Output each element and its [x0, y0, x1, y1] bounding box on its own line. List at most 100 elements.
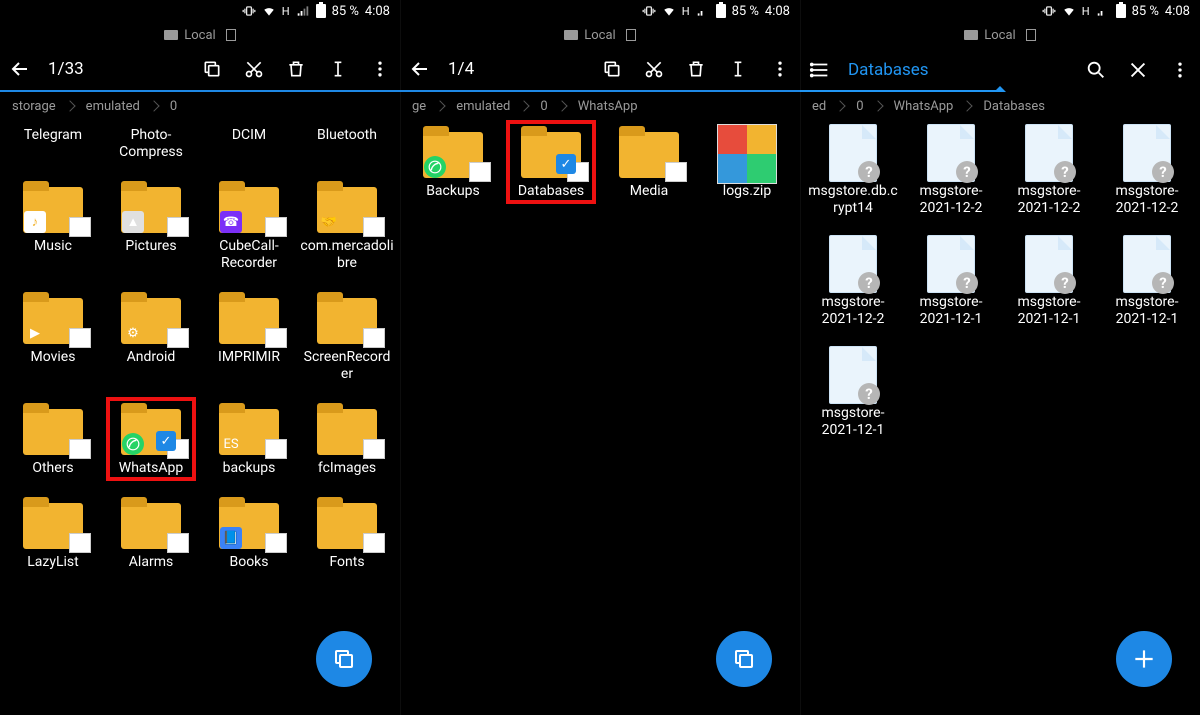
file-label: com.mercadolibre	[300, 238, 394, 272]
file-item[interactable]: 🤝com.mercadolibre	[300, 179, 394, 272]
delete-button[interactable]	[282, 55, 310, 83]
crumb[interactable]: ge	[404, 99, 448, 114]
file-item[interactable]: 📘Books	[202, 495, 296, 571]
file-item[interactable]: ?msgstore-2021-12-2	[806, 235, 900, 328]
crumb[interactable]: Databases	[975, 99, 1067, 114]
tab-bar[interactable]: Local	[800, 22, 1200, 48]
copy-button[interactable]	[198, 55, 226, 83]
vibrate-icon	[1042, 4, 1056, 18]
cut-button[interactable]	[240, 55, 268, 83]
file-item[interactable]: ?msgstore-2021-12-2	[904, 124, 998, 217]
file-item[interactable]: Photo-Compress	[104, 124, 198, 161]
sd-icon	[226, 29, 236, 41]
fab-paste[interactable]	[316, 631, 372, 687]
status-bar: H 85 % 4:08	[400, 0, 800, 22]
file-label: fcImages	[318, 460, 376, 477]
breadcrumb[interactable]: ed 0 WhatsApp Databases	[800, 92, 1200, 120]
sd-icon	[626, 29, 636, 41]
more-button[interactable]	[366, 55, 394, 83]
file-item[interactable]: ✓Databases	[504, 124, 598, 200]
back-button[interactable]	[6, 55, 34, 83]
file-label: logs.zip	[723, 183, 771, 200]
file-label: Telegram	[24, 127, 82, 144]
crumb[interactable]: 0	[848, 99, 885, 114]
file-item[interactable]: ▲Pictures	[104, 179, 198, 272]
tab-bar[interactable]: Local	[400, 22, 800, 48]
crumb[interactable]: 0	[162, 99, 199, 114]
rename-button[interactable]	[724, 55, 752, 83]
file-item[interactable]: Telegram	[6, 124, 100, 161]
file-item[interactable]: fcImages	[300, 401, 394, 477]
file-label: WhatsApp	[119, 460, 183, 477]
network-type: H	[682, 5, 690, 18]
crumb[interactable]: emulated	[78, 99, 162, 114]
battery-pct: 85 %	[732, 4, 759, 19]
file-label: Books	[229, 554, 268, 571]
status-bar: H 85 % 4:08	[800, 0, 1200, 22]
crumb[interactable]: WhatsApp	[886, 99, 976, 114]
file-item[interactable]: ?msgstore-2021-12-2	[1100, 124, 1194, 217]
file-item[interactable]: Alarms	[104, 495, 198, 571]
wifi-icon	[262, 4, 276, 18]
file-item[interactable]: ?msgstore.db.crypt14	[806, 124, 900, 217]
rename-button[interactable]	[324, 55, 352, 83]
file-item[interactable]: LazyList	[6, 495, 100, 571]
file-item[interactable]: ?msgstore-2021-12-1	[806, 346, 900, 439]
file-item[interactable]: ?msgstore-2021-12-2	[1002, 124, 1096, 217]
cut-button[interactable]	[640, 55, 668, 83]
breadcrumb[interactable]: storage emulated 0	[0, 92, 400, 120]
tab-bar[interactable]: Local	[0, 22, 400, 48]
crumb[interactable]: WhatsApp	[570, 99, 660, 114]
file-item[interactable]: ?msgstore-2021-12-1	[1100, 235, 1194, 328]
crumb[interactable]: ed	[804, 99, 848, 114]
file-item[interactable]: Media	[602, 124, 696, 200]
more-button[interactable]	[766, 55, 794, 83]
back-button[interactable]	[406, 55, 434, 83]
more-button[interactable]	[1166, 56, 1194, 84]
local-icon	[164, 30, 178, 40]
battery-icon	[716, 4, 726, 18]
fab-paste[interactable]	[716, 631, 772, 687]
file-item[interactable]: IMPRIMIR	[202, 290, 296, 383]
file-item[interactable]: ESbackups	[202, 401, 296, 477]
breadcrumb[interactable]: ge emulated 0 WhatsApp	[400, 92, 800, 120]
file-label: Others	[32, 460, 73, 477]
menu-button[interactable]	[806, 56, 834, 84]
file-item[interactable]: Fonts	[300, 495, 394, 571]
crumb[interactable]: 0	[532, 99, 569, 114]
fab-add[interactable]	[1116, 631, 1172, 687]
file-item[interactable]: ScreenRecorder	[300, 290, 394, 383]
file-item[interactable]: Bluetooth	[300, 124, 394, 161]
copy-button[interactable]	[598, 55, 626, 83]
file-label: Alarms	[129, 554, 173, 571]
close-button[interactable]	[1124, 56, 1152, 84]
file-label: Music	[34, 238, 72, 255]
file-label: Databases	[518, 183, 584, 200]
file-item[interactable]: Others	[6, 401, 100, 477]
main-toolbar: Databases	[800, 48, 1200, 92]
file-item[interactable]: ☎CubeCall-Recorder	[202, 179, 296, 272]
crumb[interactable]: emulated	[448, 99, 532, 114]
file-label: msgstore-2021-12-1	[904, 294, 998, 328]
file-grid: ?msgstore.db.crypt14?msgstore-2021-12-2?…	[800, 120, 1200, 443]
file-item[interactable]: Backups	[406, 124, 500, 200]
file-label: Photo-Compress	[104, 127, 198, 161]
file-label: msgstore-2021-12-1	[1002, 294, 1096, 328]
file-item[interactable]: ♪Music	[6, 179, 100, 272]
folder-title[interactable]: Databases	[848, 60, 1068, 80]
delete-button[interactable]	[682, 55, 710, 83]
file-item[interactable]: ?msgstore-2021-12-1	[904, 235, 998, 328]
search-button[interactable]	[1082, 56, 1110, 84]
file-item[interactable]: ✓WhatsApp	[104, 401, 198, 477]
selection-toolbar: 1/4	[400, 48, 800, 92]
file-item[interactable]: ⚙Android	[104, 290, 198, 383]
battery-icon	[316, 4, 326, 18]
selection-toolbar: 1/33	[0, 48, 400, 92]
file-item[interactable]: DCIM	[202, 124, 296, 161]
file-item[interactable]: logs.zip	[700, 124, 794, 200]
file-item[interactable]: ▶Movies	[6, 290, 100, 383]
crumb[interactable]: storage	[4, 99, 78, 114]
sd-icon	[1026, 29, 1036, 41]
file-label: msgstore-2021-12-2	[1100, 183, 1194, 217]
file-item[interactable]: ?msgstore-2021-12-1	[1002, 235, 1096, 328]
